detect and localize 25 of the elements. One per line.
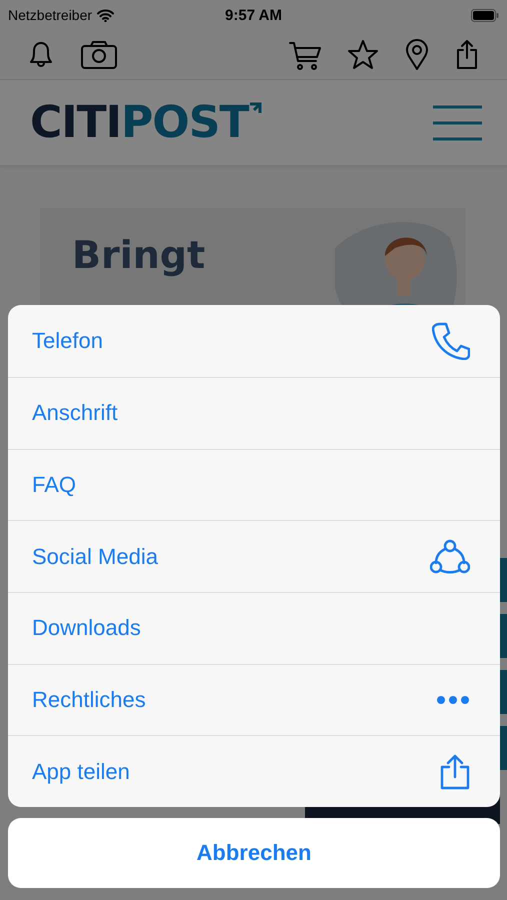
sheet-option[interactable]: Downloads [8,592,500,664]
share-icon[interactable] [455,39,479,70]
cancel-button[interactable]: Abbrechen [8,818,500,888]
phone-icon [432,322,470,360]
network-icon [430,538,470,575]
sheet-option[interactable]: Anschrift [8,376,500,449]
sheet-option[interactable]: Rechtliches [8,664,500,736]
logo: CITIPOST [30,100,262,144]
sheet-option[interactable]: Social Media [8,520,500,592]
star-icon[interactable] [347,39,379,70]
bell-icon[interactable] [27,40,55,70]
carrier-name: Netzbetreiber [8,7,92,23]
more-icon [436,694,470,705]
location-pin-icon[interactable] [405,38,429,70]
sheet-option[interactable]: App teilen [8,735,500,807]
menu-icon[interactable] [432,104,483,142]
wifi-icon [97,8,114,22]
clock-time: 9:57 AM [225,6,282,24]
cart-icon[interactable] [289,40,321,70]
sheet-option[interactable]: Telefon [8,305,500,377]
share-icon [440,754,470,790]
hero-heading: Bringt [72,232,206,279]
camera-icon[interactable] [81,39,117,70]
battery-icon [471,8,499,22]
sheet-option[interactable]: FAQ [8,448,500,520]
